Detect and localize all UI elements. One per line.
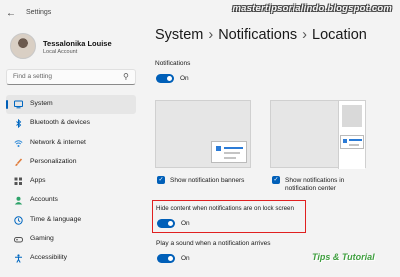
breadcrumb-item-location: Location [312, 27, 367, 43]
notifications-toggle[interactable] [156, 74, 174, 83]
system-icon [14, 100, 23, 109]
center-app-square [343, 139, 347, 143]
apps-icon [14, 177, 23, 186]
show-center-checkbox[interactable]: ✓ [272, 176, 280, 184]
sidebar-item-time-language[interactable]: Time & language [6, 211, 136, 230]
breadcrumb-item-notifications[interactable]: Notifications [218, 27, 297, 43]
breadcrumb-separator: › [302, 27, 308, 43]
hide-content-toggle-state: On [181, 220, 190, 227]
center-line [349, 144, 359, 146]
banner-line [224, 152, 240, 154]
banner-app-square [216, 146, 221, 151]
search-input[interactable]: Find a setting ⚲ [6, 69, 136, 85]
center-preview-image [270, 100, 366, 169]
play-sound-toggle-state: On [181, 255, 190, 262]
sidebar-item-label: Accessibility [30, 254, 68, 262]
breadcrumb: System › Notifications › Location [155, 27, 367, 43]
watermark-url: mastertipsorialindo.blogspot.com [232, 3, 392, 14]
banner-line [224, 147, 243, 149]
accessibility-icon [14, 254, 23, 264]
sidebar-item-label: Gaming [30, 235, 54, 243]
title-bar: ← Settings mastertipsorialindo.blogspot.… [0, 0, 400, 28]
sidebar-item-gaming[interactable]: Gaming [6, 230, 136, 249]
banner-preview-card [211, 141, 247, 163]
center-line [349, 139, 362, 141]
banner-preview-image [155, 100, 251, 168]
sidebar-item-label: Time & language [30, 215, 82, 223]
show-banners-checkbox[interactable]: ✓ [157, 176, 165, 184]
avatar [10, 33, 36, 59]
network-icon [14, 139, 23, 148]
show-banners-label: Show notification banners [170, 177, 245, 184]
sidebar-item-system[interactable]: System [6, 95, 136, 114]
sidebar-item-label: Apps [30, 177, 46, 185]
sidebar-item-bluetooth[interactable]: Bluetooth & devices [6, 114, 136, 133]
sidebar-item-accounts[interactable]: Accounts [6, 191, 136, 210]
sidebar-item-label: Network & internet [30, 138, 86, 146]
user-name: Tessalonika Louise [43, 39, 112, 48]
bluetooth-icon [14, 119, 23, 129]
watermark-tips: Tips & Tutorial [312, 252, 375, 262]
sidebar-item-accessibility[interactable]: Accessibility [6, 249, 136, 268]
gamepad-icon [14, 235, 23, 244]
notifications-label: Notifications [155, 60, 191, 67]
show-center-label: Show notifications in notification cente… [285, 177, 345, 192]
back-arrow-icon[interactable]: ← [6, 8, 16, 19]
person-icon [14, 196, 23, 205]
globe-clock-icon [14, 216, 23, 225]
sidebar-item-label: Bluetooth & devices [30, 119, 91, 127]
center-preview-block [342, 105, 362, 127]
sidebar-item-personalization[interactable]: Personalization [6, 153, 136, 172]
search-placeholder: Find a setting [13, 73, 53, 80]
breadcrumb-item-system[interactable]: System [155, 27, 203, 43]
sidebar-item-label: System [30, 100, 53, 107]
window-title: Settings [26, 9, 52, 16]
notifications-toggle-state: On [180, 75, 189, 82]
hide-content-label: Hide content when notifications are on l… [156, 205, 294, 212]
user-profile[interactable]: Tessalonika Louise Local Account [10, 33, 150, 61]
hide-content-toggle[interactable] [157, 219, 175, 228]
search-icon: ⚲ [123, 72, 129, 81]
play-sound-label: Play a sound when a notification arrives [156, 240, 271, 247]
sidebar-nav: System Bluetooth & devices Network & int… [6, 95, 136, 269]
center-preview-panel [338, 101, 365, 169]
breadcrumb-separator: › [208, 27, 214, 43]
sidebar-item-apps[interactable]: Apps [6, 172, 136, 191]
banner-line [224, 157, 236, 159]
sidebar-item-network[interactable]: Network & internet [6, 134, 136, 153]
sidebar-item-label: Personalization [30, 157, 77, 165]
play-sound-toggle[interactable] [157, 254, 175, 263]
user-account-type: Local Account [43, 49, 78, 55]
center-preview-card [340, 135, 364, 149]
sidebar-item-label: Accounts [30, 196, 58, 204]
brush-icon [14, 158, 23, 167]
